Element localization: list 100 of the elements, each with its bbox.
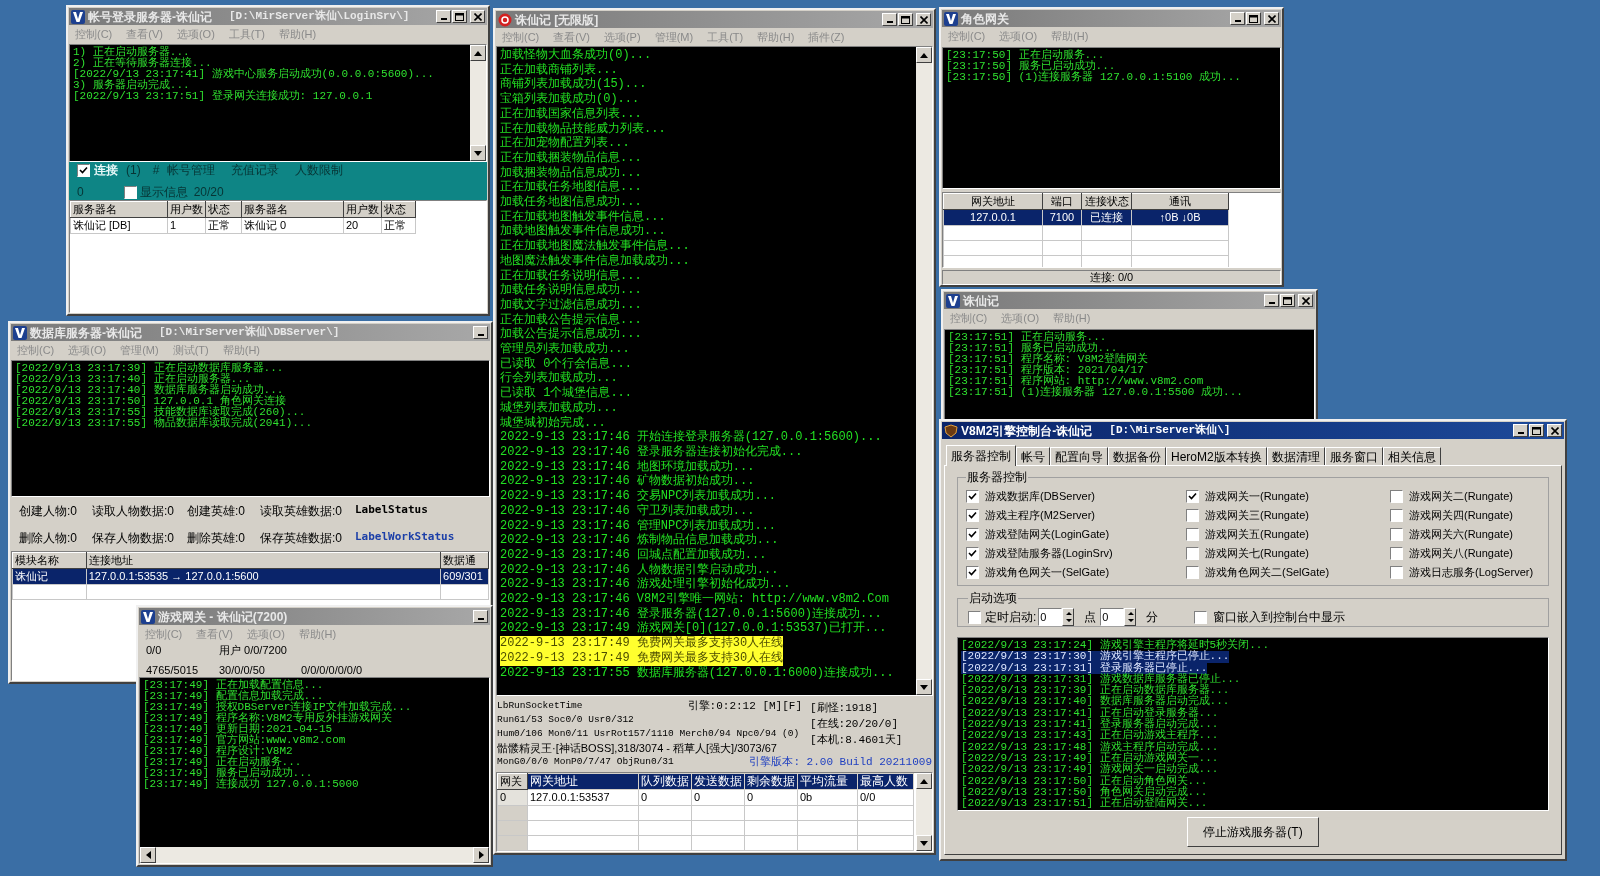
close-button[interactable]: [1547, 424, 1562, 437]
checkbox-label[interactable]: 游戏网关七(Rungate): [1205, 545, 1309, 562]
maximize-button[interactable]: [1529, 424, 1544, 437]
tab[interactable]: 数据清理: [1266, 447, 1325, 465]
spin-buttons[interactable]: [1124, 608, 1137, 626]
checkbox[interactable]: [123, 185, 137, 199]
column-header[interactable]: 服务器名: [241, 201, 344, 218]
minimize-button[interactable]: [473, 326, 488, 339]
column-header[interactable]: 网关地址: [527, 773, 639, 790]
checkbox[interactable]: [1186, 528, 1199, 541]
scroll-down-button[interactable]: [916, 835, 932, 851]
scroll-down-button[interactable]: [916, 679, 932, 695]
minimize-button[interactable]: [473, 610, 488, 623]
tab[interactable]: 帐号: [1016, 447, 1050, 465]
checkbox[interactable]: [77, 163, 90, 177]
checkbox-label[interactable]: 游戏网关八(Rungate): [1409, 545, 1513, 562]
column-header[interactable]: 用户数: [343, 201, 382, 218]
checkbox[interactable]: [1390, 566, 1403, 579]
maximize-button[interactable]: [898, 13, 913, 26]
close-button[interactable]: [1264, 12, 1279, 25]
checkbox[interactable]: [966, 509, 979, 522]
spin-field[interactable]: 0: [1038, 608, 1063, 626]
close-button[interactable]: [916, 13, 931, 26]
column-header[interactable]: 状态: [381, 201, 416, 218]
column-header[interactable]: 剩余数据: [744, 773, 798, 790]
column-header[interactable]: 端口: [1042, 193, 1082, 210]
tab[interactable]: HeroM2版本转换: [1166, 447, 1267, 465]
column-header[interactable]: 网关地址: [943, 193, 1043, 210]
column-header[interactable]: 连接状态: [1081, 193, 1132, 210]
spin-field[interactable]: 0: [1100, 608, 1125, 626]
scroll-left-button[interactable]: [140, 847, 156, 863]
column-header[interactable]: 用户数: [167, 201, 206, 218]
scrollbar[interactable]: [470, 45, 486, 161]
column-header[interactable]: 队列数据: [638, 773, 692, 790]
checkbox-label[interactable]: 窗口嵌入到控制台中显示: [1213, 608, 1346, 626]
checkbox-label[interactable]: 游戏角色网关一(SelGate): [985, 564, 1110, 581]
column-header[interactable]: 连接地址: [86, 552, 441, 569]
checkbox-label[interactable]: 游戏登陆服务器(LoginSrv): [985, 545, 1113, 562]
column-header[interactable]: 服务器名: [70, 201, 168, 218]
tab[interactable]: 配置向导: [1050, 447, 1108, 465]
checkbox[interactable]: [1186, 547, 1199, 560]
checkbox[interactable]: [1186, 490, 1199, 503]
column-header[interactable]: 发送数据: [691, 773, 745, 790]
checkbox-label[interactable]: 游戏网关一(Rungate): [1205, 488, 1309, 505]
scroll-right-button[interactable]: [473, 847, 489, 863]
tab[interactable]: 服务窗口: [1324, 447, 1383, 465]
checkbox[interactable]: [1390, 547, 1403, 560]
spin-buttons[interactable]: [1062, 608, 1075, 626]
tab[interactable]: 相关信息: [1382, 447, 1441, 465]
minimize-button[interactable]: [882, 13, 897, 26]
checkbox[interactable]: [966, 566, 979, 579]
checkbox-label[interactable]: 游戏角色网关二(SelGate): [1205, 564, 1330, 581]
checkbox-label[interactable]: 游戏网关五(Rungate): [1205, 526, 1309, 543]
maximize-button[interactable]: [1246, 12, 1261, 25]
checkbox[interactable]: [966, 547, 979, 560]
scroll-up-button[interactable]: [470, 45, 486, 61]
scrollbar[interactable]: [140, 847, 489, 863]
column-header[interactable]: 通讯: [1131, 193, 1229, 210]
log-line: 2022-9-13 23:17:46 管理NPC列表加载成功...: [500, 518, 777, 533]
checkbox-label[interactable]: 游戏网关六(Rungate): [1409, 526, 1513, 543]
minimize-button[interactable]: [1513, 424, 1528, 437]
column-header[interactable]: 状态: [205, 201, 242, 218]
checkbox-label[interactable]: 游戏网关三(Rungate): [1205, 507, 1309, 524]
scroll-up-button[interactable]: [916, 773, 932, 789]
checkbox[interactable]: [966, 490, 979, 503]
minimize-button[interactable]: [1264, 294, 1279, 307]
checkbox-label[interactable]: 游戏日志服务(LogServer): [1409, 564, 1534, 581]
tab[interactable]: 服务器控制: [946, 445, 1016, 466]
stop-server-button[interactable]: 停止游戏服务器(T): [1187, 817, 1319, 847]
maximize-button[interactable]: [452, 10, 467, 23]
close-button[interactable]: [470, 10, 485, 23]
column-header[interactable]: 模块名称: [12, 552, 87, 569]
checkbox[interactable]: [1390, 528, 1403, 541]
checkbox[interactable]: [1186, 566, 1199, 579]
checkbox[interactable]: [1390, 490, 1403, 503]
checkbox-label[interactable]: 游戏主程序(M2Server): [985, 507, 1095, 524]
checkbox-label[interactable]: 游戏数据库(DBServer): [985, 488, 1095, 505]
minimize-button[interactable]: [436, 10, 451, 23]
checkbox[interactable]: [1186, 509, 1199, 522]
column-header[interactable]: 最高人数: [857, 773, 914, 790]
minimize-button[interactable]: [1230, 12, 1245, 25]
scrollbar[interactable]: [916, 773, 932, 851]
checkbox[interactable]: [968, 610, 981, 624]
checkbox-label[interactable]: 游戏网关二(Rungate): [1409, 488, 1513, 505]
scrollbar[interactable]: [916, 47, 932, 695]
checkbox-label[interactable]: 游戏网关四(Rungate): [1409, 507, 1513, 524]
checkbox-label[interactable]: 定时启动:: [985, 608, 1037, 626]
checkbox-label[interactable]: 游戏登陆网关(LoginGate): [985, 526, 1110, 543]
column-header[interactable]: 网关: [497, 773, 528, 790]
checkbox[interactable]: [966, 528, 979, 541]
maximize-button[interactable]: [1280, 294, 1295, 307]
close-button[interactable]: [1298, 294, 1313, 307]
checkbox[interactable]: [1194, 610, 1208, 624]
column-header[interactable]: 数据通: [440, 552, 489, 569]
column-header[interactable]: 平均流量: [797, 773, 858, 790]
scroll-down-button[interactable]: [470, 145, 486, 161]
checkbox[interactable]: [1390, 509, 1403, 522]
scroll-up-button[interactable]: [916, 47, 932, 63]
checkbox-label[interactable]: 连接: [94, 161, 118, 179]
tab[interactable]: 数据备份: [1108, 447, 1166, 465]
